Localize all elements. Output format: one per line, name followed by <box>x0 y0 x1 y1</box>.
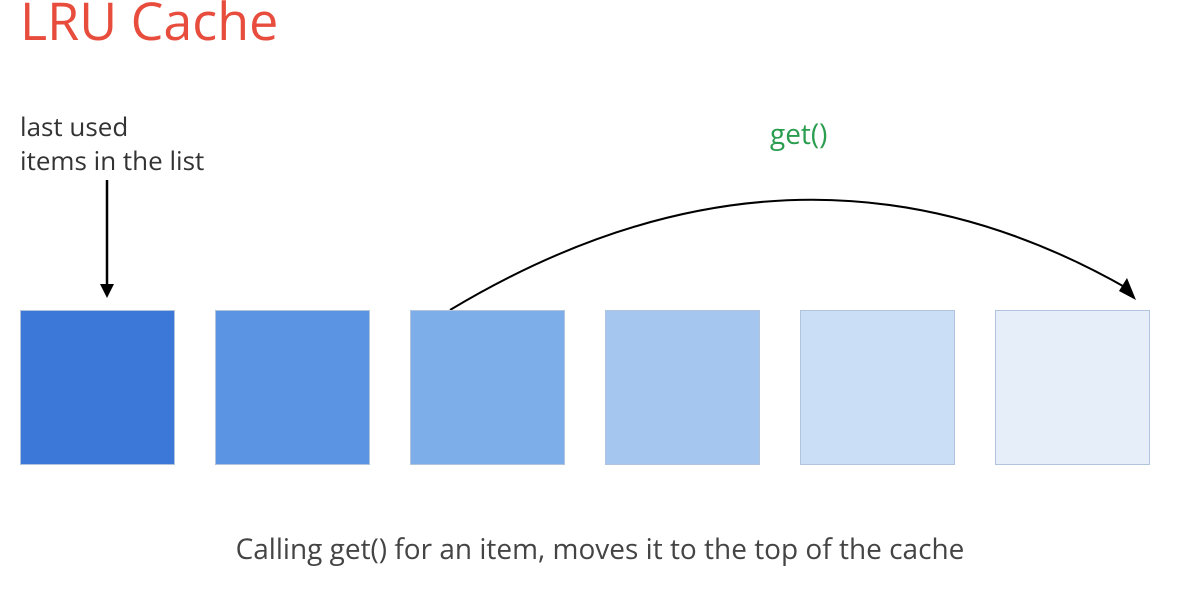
last-used-line2: items in the list <box>20 142 204 178</box>
curve-arrow-icon <box>430 150 1150 320</box>
cache-box-3 <box>410 310 565 465</box>
arrow-down-icon <box>97 180 117 300</box>
get-method-label: get() <box>770 115 827 153</box>
diagram-title: LRU Cache <box>20 0 278 56</box>
cache-box-1 <box>20 310 175 465</box>
cache-box-6 <box>995 310 1150 465</box>
cache-box-4 <box>605 310 760 465</box>
last-used-label: last used items in the list <box>20 110 204 178</box>
diagram-caption: Calling get() for an item, moves it to t… <box>0 530 1200 568</box>
cache-box-2 <box>215 310 370 465</box>
last-used-line1: last used <box>20 108 128 144</box>
cache-box-5 <box>800 310 955 465</box>
cache-boxes-row <box>20 310 1150 465</box>
